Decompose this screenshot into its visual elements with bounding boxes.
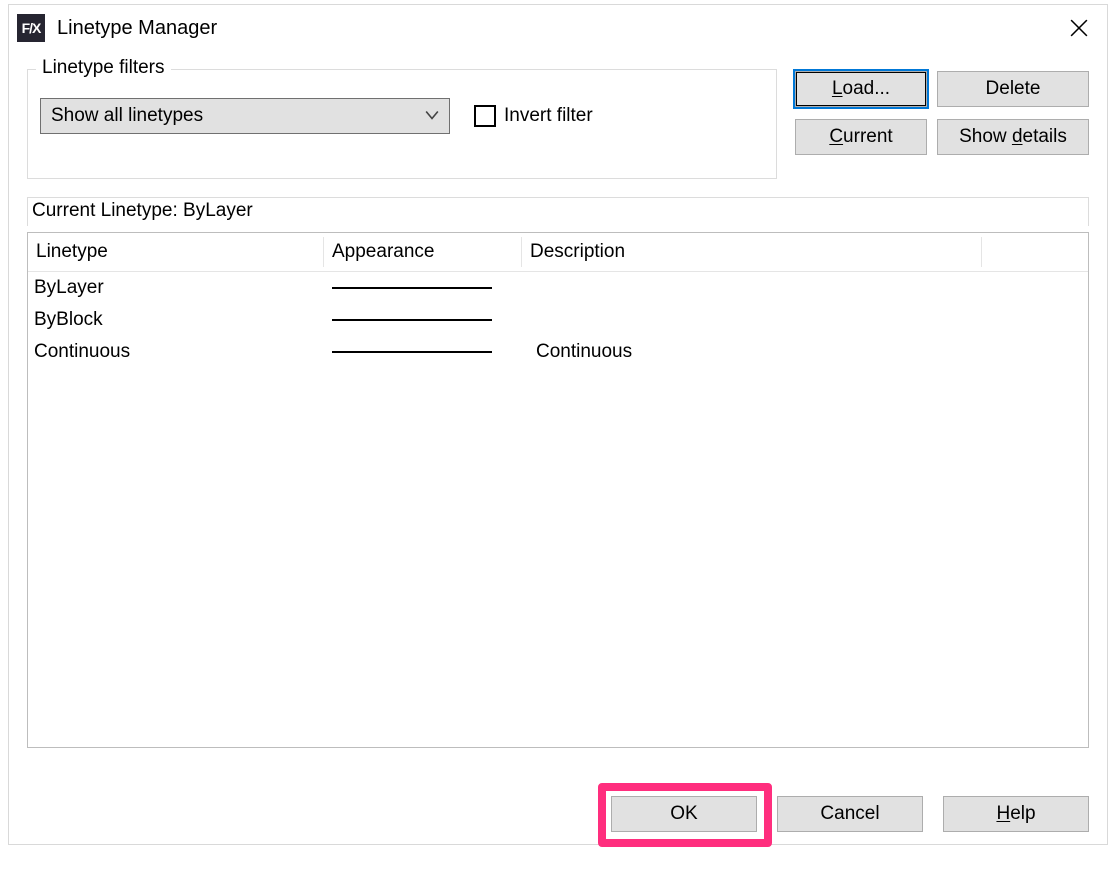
filters-legend: Linetype filters <box>36 57 171 79</box>
cell-description: Continuous <box>528 341 1088 363</box>
combo-value: Show all linetypes <box>51 105 425 127</box>
dialog-title: Linetype Manager <box>57 17 217 40</box>
cell-appearance <box>330 319 528 321</box>
close-icon <box>1070 19 1088 37</box>
linetype-preview-line <box>332 351 492 353</box>
linetype-table: Linetype Appearance Description ByLayerB… <box>27 232 1089 748</box>
show-details-button[interactable]: Show details <box>937 119 1089 155</box>
close-button[interactable] <box>1057 8 1101 48</box>
linetype-preview-line <box>332 287 492 289</box>
help-button[interactable]: Help <box>943 796 1089 832</box>
col-header-appearance[interactable]: Appearance <box>324 237 522 267</box>
current-linetype-status: Current Linetype: ByLayer <box>27 197 1089 226</box>
col-header-linetype[interactable]: Linetype <box>28 237 324 267</box>
titlebar: F/X Linetype Manager <box>9 5 1107 51</box>
col-header-blank <box>982 248 1088 256</box>
delete-button[interactable]: Delete <box>937 71 1089 107</box>
cell-appearance <box>330 287 528 289</box>
cell-appearance <box>330 351 528 353</box>
linetype-filters-group: Linetype filters Show all linetypes Inve… <box>27 69 777 179</box>
col-header-description[interactable]: Description <box>522 237 982 267</box>
linetype-filter-combo[interactable]: Show all linetypes <box>40 98 450 134</box>
cell-linetype-name: Continuous <box>28 341 330 363</box>
load-button[interactable]: Load... <box>795 71 927 107</box>
table-row[interactable]: ByLayer <box>28 272 1088 304</box>
invert-filter-label: Invert filter <box>504 105 593 127</box>
current-button[interactable]: Current <box>795 119 927 155</box>
cell-linetype-name: ByBlock <box>28 309 330 331</box>
ok-button[interactable]: OK <box>611 796 757 832</box>
linetype-manager-dialog: F/X Linetype Manager Linetype filters Sh… <box>8 4 1108 845</box>
table-header: Linetype Appearance Description <box>28 233 1088 272</box>
cancel-button[interactable]: Cancel <box>777 796 923 832</box>
cell-linetype-name: ByLayer <box>28 277 330 299</box>
chevron-down-icon <box>425 106 439 127</box>
table-body: ByLayer ByBlock Continuous Continuous <box>28 272 1088 747</box>
checkbox-box <box>474 105 496 127</box>
dialog-footer-buttons: OK Cancel Help <box>611 796 1089 832</box>
table-row[interactable]: Continuous Continuous <box>28 336 1088 368</box>
invert-filter-checkbox[interactable]: Invert filter <box>474 105 593 127</box>
linetype-preview-line <box>332 319 492 321</box>
app-fx-icon: F/X <box>17 14 45 42</box>
table-row[interactable]: ByBlock <box>28 304 1088 336</box>
